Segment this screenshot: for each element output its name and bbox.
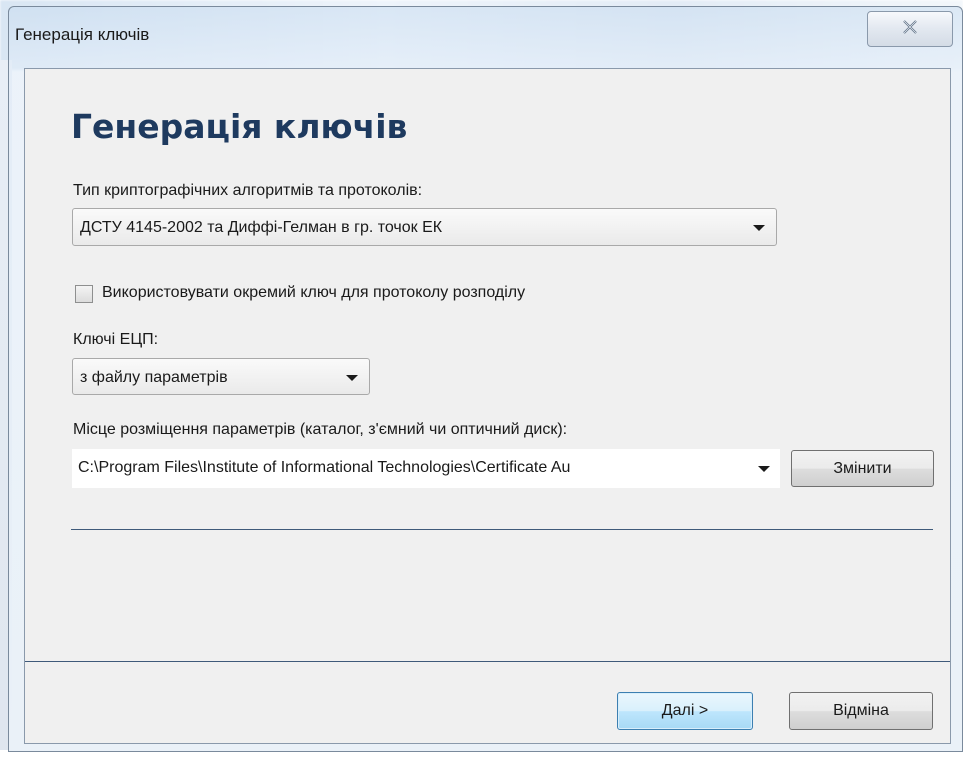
close-icon [902, 19, 918, 39]
chevron-down-icon[interactable] [758, 466, 770, 472]
chevron-down-icon [753, 225, 765, 231]
separate-key-label[interactable]: Використовувати окремий ключ для протоко… [102, 284, 525, 302]
eds-keys-label: Ключі ЕЦП: [73, 331, 159, 348]
crypto-type-label: Тип криптографічних алгоритмів та проток… [73, 182, 423, 199]
chevron-down-icon [346, 375, 358, 381]
dialog-client-area: Генерація ключів Тип криптографічних алг… [24, 68, 951, 744]
eds-keys-value: з файлу параметрів [80, 369, 228, 386]
cancel-button[interactable]: Відміна [789, 692, 933, 730]
window-title: Генерація ключів [15, 25, 150, 44]
page-title: Генерація ключів [71, 107, 408, 146]
separate-key-checkbox[interactable] [75, 285, 93, 303]
params-location-input[interactable]: C:\Program Files\Institute of Informatio… [78, 459, 750, 477]
key-generation-dialog: Генерація ключів Генерація ключів Тип кр… [8, 6, 963, 752]
footer-divider [25, 661, 950, 662]
content-divider [71, 529, 933, 530]
close-button[interactable] [867, 11, 953, 47]
title-bar: Генерація ключів [9, 7, 962, 65]
eds-keys-dropdown[interactable]: з файлу параметрів [72, 358, 370, 395]
params-location-combobox[interactable]: C:\Program Files\Institute of Informatio… [72, 449, 780, 488]
params-location-label: Місце розміщення параметрів (каталог, з'… [73, 421, 568, 438]
crypto-type-dropdown[interactable]: ДСТУ 4145-2002 та Диффі-Гелман в гр. точ… [72, 208, 777, 246]
crypto-type-value: ДСТУ 4145-2002 та Диффі-Гелман в гр. точ… [80, 219, 443, 236]
change-location-button[interactable]: Змінити [791, 450, 934, 487]
next-button[interactable]: Далі > [617, 692, 753, 730]
